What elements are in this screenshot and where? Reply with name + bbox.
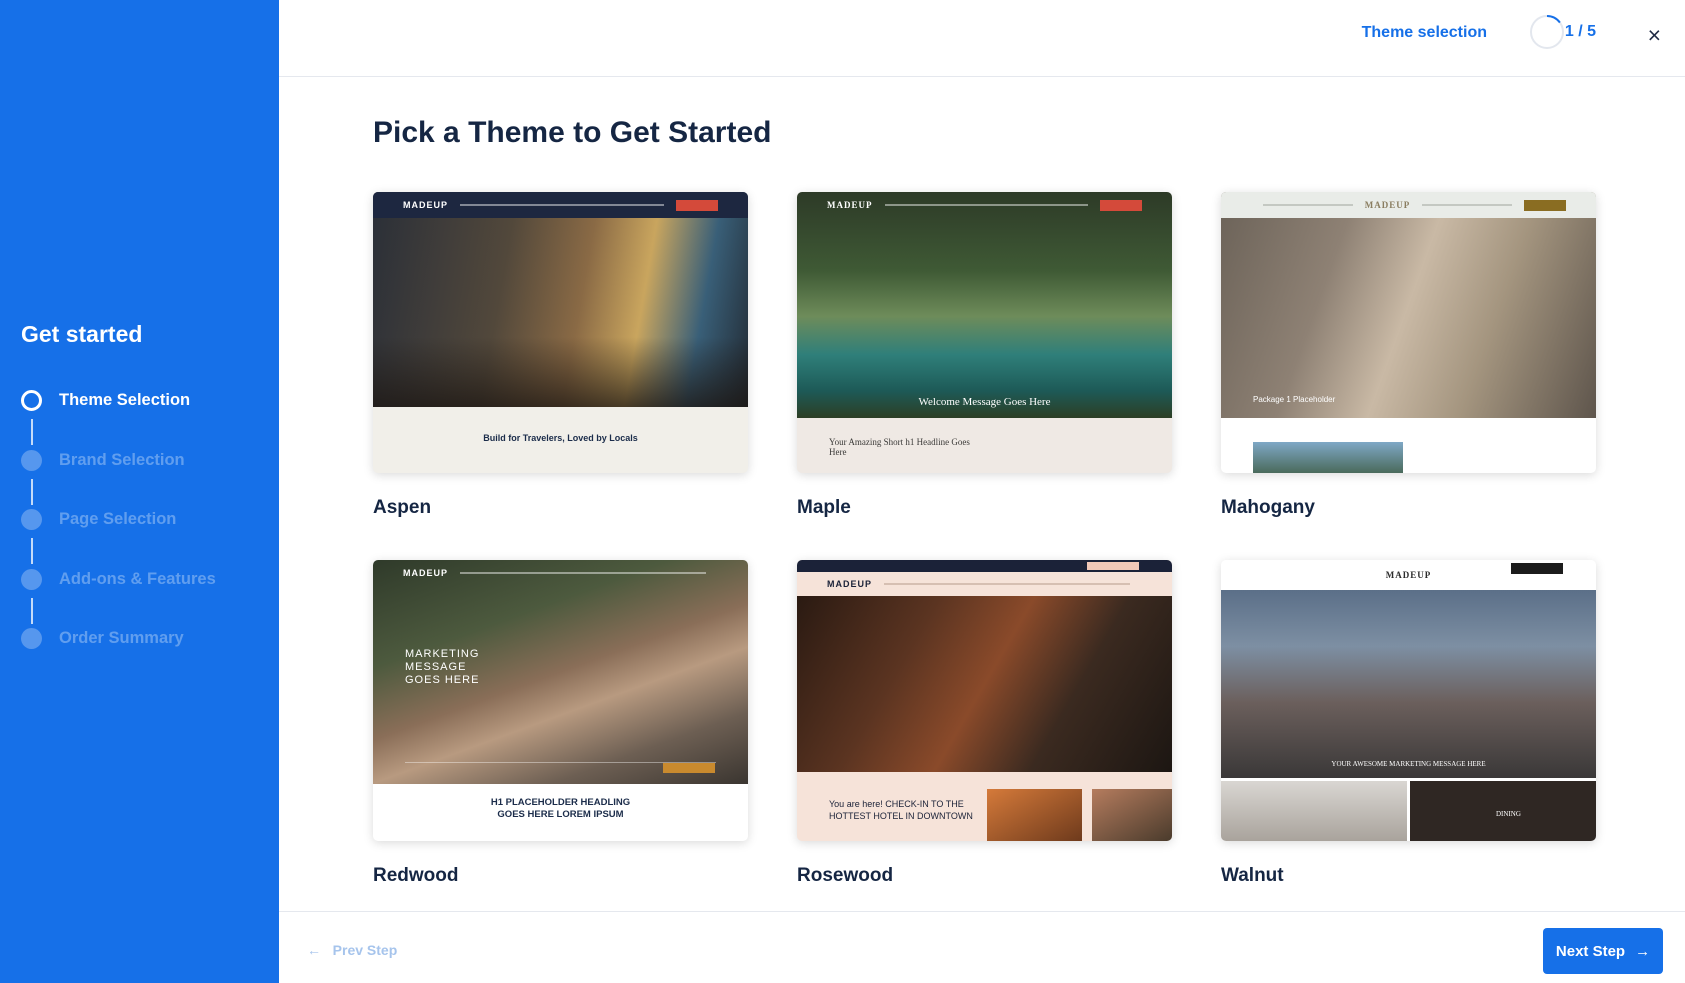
theme-preview-maple[interactable]: MADEUP Welcome Message Goes Here Your Am… — [797, 192, 1172, 473]
theme-nav-bar: MADEUP — [797, 572, 1172, 596]
sidebar: Get started Theme Selection Brand Select… — [0, 0, 279, 983]
step-list: Theme Selection Brand Selection Page Sel… — [21, 390, 216, 688]
top-bar: Theme selection 1 / 5 × — [279, 0, 1685, 77]
theme-logo: MADEUP — [1364, 200, 1411, 210]
step-connector — [31, 538, 33, 564]
theme-feature-image — [1092, 789, 1172, 841]
theme-preview-aspen[interactable]: MADEUP Build for Travelers, Loved by Loc… — [373, 192, 748, 473]
step-pending-icon — [21, 509, 42, 530]
theme-hero-message: MARKETING MESSAGE GOES HERE — [405, 648, 480, 686]
theme-preview-mahogany[interactable]: MADEUP Package 1 Placeholder — [1221, 192, 1596, 473]
step-label: Order Summary — [59, 629, 184, 647]
theme-nav-bar: MADEUP — [797, 192, 1172, 218]
theme-name: Walnut — [1221, 865, 1284, 886]
step-addons-features[interactable]: Add-ons & Features — [21, 568, 216, 629]
theme-package-label: Package 1 Placeholder — [1253, 395, 1336, 404]
theme-name: Redwood — [373, 865, 459, 886]
step-pending-icon — [21, 568, 42, 590]
footer-bar: ← Prev Step Next Step → — [279, 911, 1685, 983]
progress-ring-icon — [1530, 15, 1564, 49]
step-connector — [31, 419, 33, 445]
theme-preview-redwood[interactable]: MADEUP MARKETING MESSAGE GOES HERE H1 PL… — [373, 560, 748, 841]
theme-hero-image — [1221, 590, 1596, 778]
theme-logo: MADEUP — [827, 200, 873, 210]
arrow-left-icon: ← — [307, 942, 321, 958]
theme-headline: Build for Travelers, Loved by Locals — [483, 433, 638, 443]
theme-name: Maple — [797, 497, 851, 518]
theme-hero-message: Welcome Message Goes Here — [918, 396, 1051, 408]
theme-hero-message: YOUR AWESOME MARKETING MESSAGE HERE — [1331, 760, 1486, 768]
step-current-icon — [21, 390, 42, 411]
step-pending-icon — [21, 449, 42, 471]
theme-section-label: DINING — [1496, 810, 1521, 818]
theme-secondary-image — [1253, 442, 1403, 473]
step-theme-selection[interactable]: Theme Selection — [21, 390, 216, 450]
theme-name: Mahogany — [1221, 497, 1315, 518]
theme-card-maple[interactable]: MADEUP Welcome Message Goes Here Your Am… — [797, 192, 1172, 519]
theme-card-redwood[interactable]: MADEUP MARKETING MESSAGE GOES HERE H1 PL… — [373, 560, 748, 887]
theme-logo: MADEUP — [403, 200, 449, 210]
step-label: Page Selection — [59, 510, 177, 528]
sidebar-title: Get started — [21, 321, 143, 347]
theme-card-rosewood[interactable]: MADEUP You are here! CHECK-IN TO THE HOT… — [797, 560, 1172, 887]
theme-feature-image — [987, 789, 1082, 841]
step-progress-count: 1 / 5 — [1564, 23, 1596, 40]
theme-card-aspen[interactable]: MADEUP Build for Travelers, Loved by Loc… — [373, 192, 748, 519]
theme-preview-rosewood[interactable]: MADEUP You are here! CHECK-IN TO THE HOT… — [797, 560, 1172, 841]
step-connector — [31, 597, 33, 624]
prev-step-label: Prev Step — [332, 942, 398, 958]
theme-nav-bar: MADEUP — [373, 192, 748, 218]
theme-hero-image — [797, 192, 1172, 418]
theme-headline: You are here! CHECK-IN TO THE HOTTEST HO… — [829, 799, 973, 821]
theme-name: Aspen — [373, 497, 432, 518]
theme-card-mahogany[interactable]: MADEUP Package 1 Placeholder Mahogany — [1221, 192, 1596, 519]
step-label: Add-ons & Features — [59, 569, 216, 588]
theme-hero-image — [797, 596, 1172, 772]
step-label: Brand Selection — [59, 450, 185, 469]
close-icon[interactable]: × — [1648, 22, 1661, 49]
theme-headline: H1 PLACEHOLDER HEADLING GOES HERE LOREM … — [490, 797, 631, 820]
theme-headline: Your Amazing Short h1 Headline Goes Here — [829, 437, 970, 457]
step-brand-selection[interactable]: Brand Selection — [21, 449, 216, 510]
theme-nav-bar: MADEUP — [373, 560, 748, 586]
theme-logo: MADEUP — [1385, 570, 1432, 580]
theme-nav-bar: MADEUP — [1221, 192, 1596, 218]
step-connector — [31, 478, 33, 505]
theme-feature-image — [1221, 781, 1407, 841]
theme-logo: MADEUP — [403, 568, 449, 578]
step-label: Theme Selection — [59, 391, 191, 409]
theme-hero-image — [1221, 192, 1596, 418]
next-step-button[interactable]: Next Step → — [1543, 928, 1663, 974]
theme-card-walnut[interactable]: MADEUP YOUR AWESOME MARKETING MESSAGE HE… — [1221, 560, 1596, 887]
theme-preview-walnut[interactable]: MADEUP YOUR AWESOME MARKETING MESSAGE HE… — [1221, 560, 1596, 841]
arrow-right-icon: → — [1635, 942, 1651, 960]
step-pending-icon — [21, 628, 42, 649]
theme-logo: MADEUP — [827, 579, 873, 589]
prev-step-button[interactable]: ← Prev Step — [307, 942, 397, 958]
step-order-summary[interactable]: Order Summary — [21, 628, 216, 688]
next-step-label: Next Step — [1555, 942, 1626, 960]
theme-name: Rosewood — [797, 865, 894, 886]
step-page-selection[interactable]: Page Selection — [21, 509, 216, 569]
page-title: Pick a Theme to Get Started — [373, 116, 772, 149]
current-step-name: Theme selection — [1361, 24, 1487, 41]
theme-hero-image — [373, 192, 748, 407]
